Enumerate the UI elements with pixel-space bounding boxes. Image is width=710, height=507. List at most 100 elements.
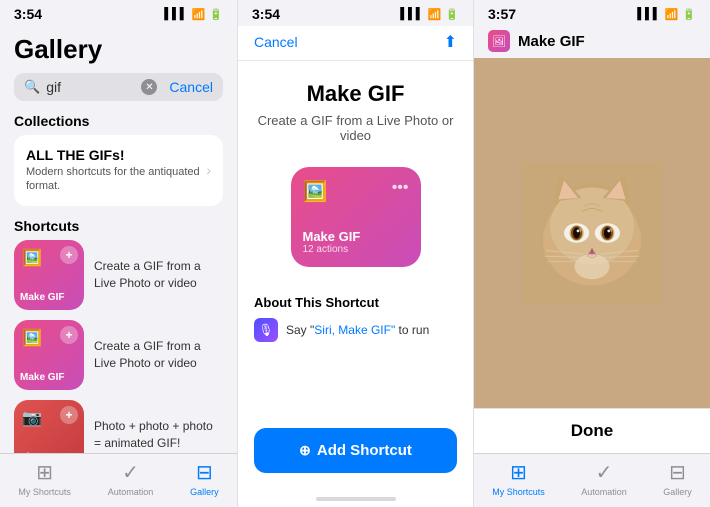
search-bar[interactable]: 🔍 gif ✕ Cancel <box>14 73 223 101</box>
automation-icon: ✓ <box>122 460 139 485</box>
detail-nav: Cancel ⬆ <box>238 26 473 61</box>
home-bar-2 <box>316 497 396 501</box>
chevron-right-icon: › <box>206 162 211 178</box>
gallery-icon-3: ⊟ <box>669 460 686 485</box>
gif-card-more-icon[interactable]: ••• <box>392 179 409 204</box>
add-button-3[interactable]: + <box>60 406 78 424</box>
running-nav: 🖼 Make GIF <box>474 26 710 58</box>
tile-name-2: Make GIF <box>20 372 64 384</box>
battery-icon-2: 🔋 <box>445 8 459 21</box>
detail-title: Make GIF <box>307 81 405 107</box>
done-label: Done <box>571 421 614 440</box>
about-section: About This Shortcut 🎙 Say "Siri, Make GI… <box>254 295 457 342</box>
tile-name-1: Make GIF <box>20 292 64 304</box>
my-shortcuts-icon: ⊞ <box>36 460 53 485</box>
screen-detail: 3:54 ▌▌▌ 📶 🔋 Cancel ⬆ Make GIF Create a … <box>237 0 474 507</box>
shortcut-desc-2: Create a GIF from a Live Photo or video <box>94 338 223 372</box>
collections-label: Collections <box>14 113 223 129</box>
share-icon[interactable]: ⬆ <box>444 32 457 52</box>
automation-label-3: Automation <box>581 487 627 497</box>
shortcuts-label: Shortcuts <box>14 218 223 234</box>
gif-card-actions: 12 actions <box>303 244 361 255</box>
time-1: 3:54 <box>14 6 42 22</box>
collection-card[interactable]: ALL THE GIFs! Modern shortcuts for the a… <box>14 135 223 206</box>
tab-automation[interactable]: ✓ Automation <box>108 460 154 497</box>
add-shortcut-area: ⊕ Add Shortcut <box>238 416 473 493</box>
gallery-label: Gallery <box>190 487 219 497</box>
home-indicator-2 <box>238 493 473 507</box>
collection-name: ALL THE GIFs! <box>26 147 206 163</box>
time-3: 3:57 <box>488 6 516 22</box>
about-title: About This Shortcut <box>254 295 457 310</box>
status-bar-1: 3:54 ▌▌▌ 📶 🔋 <box>0 0 237 26</box>
search-clear-button[interactable]: ✕ <box>141 79 157 95</box>
tile-name-3: Shoot A GIF <box>20 452 77 453</box>
done-bar: Done <box>474 408 710 453</box>
signal-icon-2: ▌▌▌ <box>400 8 423 20</box>
add-button-2[interactable]: + <box>60 326 78 344</box>
gif-card-icon: 🖼️ <box>303 179 328 204</box>
automation-icon-3: ✓ <box>596 460 613 485</box>
gallery-content: Gallery 🔍 gif ✕ Cancel Collections ALL T… <box>0 26 237 453</box>
shortcut-tile-1[interactable]: 🖼️ + Make GIF <box>14 240 84 310</box>
shortcuts-section: Shortcuts 🖼️ + Make GIF Create a GIF fro… <box>14 218 223 453</box>
search-icon: 🔍 <box>24 79 40 95</box>
wifi-icon-2: 📶 <box>428 8 442 21</box>
battery-icon-3: 🔋 <box>682 8 696 21</box>
signal-icon: ▌▌▌ <box>164 8 187 20</box>
screen-running: 3:57 ▌▌▌ 📶 🔋 🖼 Make GIF <box>474 0 710 507</box>
wifi-icon: 📶 <box>192 8 206 21</box>
tab-gallery[interactable]: ⊟ Gallery <box>190 460 219 497</box>
shortcut-desc-3: Photo + photo + photo = animated GIF! <box>94 418 223 452</box>
signal-icon-3: ▌▌▌ <box>637 8 660 20</box>
my-shortcuts-label: My Shortcuts <box>18 487 71 497</box>
add-shortcut-button[interactable]: ⊕ Add Shortcut <box>254 428 457 473</box>
siri-icon: 🎙 <box>254 318 278 342</box>
shortcut-tile-2[interactable]: 🖼️ + Make GIF <box>14 320 84 390</box>
gallery-title: Gallery <box>14 34 223 65</box>
tab-my-shortcuts-3[interactable]: ⊞ My Shortcuts <box>492 460 545 497</box>
list-item[interactable]: 📷 + Shoot A GIF Photo + photo + photo = … <box>14 400 223 453</box>
detail-subtitle: Create a GIF from a Live Photo or video <box>254 113 457 143</box>
gallery-icon: ⊟ <box>196 460 213 485</box>
tab-gallery-3[interactable]: ⊟ Gallery <box>663 460 692 497</box>
cat-image-svg <box>522 163 662 303</box>
status-bar-3: 3:57 ▌▌▌ 📶 🔋 <box>474 0 710 26</box>
add-shortcut-label: Add Shortcut <box>317 442 412 459</box>
screen-gallery: 3:54 ▌▌▌ 📶 🔋 Gallery 🔍 gif ✕ Cancel Coll… <box>0 0 237 507</box>
cancel-button[interactable]: Cancel <box>254 34 298 50</box>
battery-icon: 🔋 <box>209 8 223 21</box>
my-shortcuts-icon-3: ⊞ <box>510 460 527 485</box>
gif-card-bottom: Make GIF 12 actions <box>303 229 361 255</box>
siri-row: 🎙 Say "Siri, Make GIF" to run <box>254 318 457 342</box>
automation-label: Automation <box>108 487 154 497</box>
gif-app-icon: 🖼 <box>488 30 510 52</box>
gif-card-top: 🖼️ ••• <box>303 179 409 204</box>
tab-bar-1: ⊞ My Shortcuts ✓ Automation ⊟ Gallery <box>0 453 237 507</box>
shortcut-desc-1: Create a GIF from a Live Photo or video <box>94 258 223 292</box>
cat-photo <box>474 58 710 408</box>
status-bar-2: 3:54 ▌▌▌ 📶 🔋 <box>238 0 473 26</box>
status-icons-2: ▌▌▌ 📶 🔋 <box>400 8 459 21</box>
tile-icon-3: 📷 <box>22 408 42 428</box>
gif-card-name: Make GIF <box>303 229 361 244</box>
time-2: 3:54 <box>252 6 280 22</box>
list-item[interactable]: 🖼️ + Make GIF Create a GIF from a Live P… <box>14 320 223 390</box>
siri-quote: Siri, Make GIF" <box>314 323 395 337</box>
collection-info: ALL THE GIFs! Modern shortcuts for the a… <box>26 147 206 194</box>
tab-automation-3[interactable]: ✓ Automation <box>581 460 627 497</box>
collection-desc: Modern shortcuts for the antiquated form… <box>26 165 206 194</box>
list-item[interactable]: 🖼️ + Make GIF Create a GIF from a Live P… <box>14 240 223 310</box>
gallery-label-3: Gallery <box>663 487 692 497</box>
running-nav-title: Make GIF <box>518 33 585 50</box>
tile-icon-1: 🖼️ <box>22 248 42 268</box>
search-value: gif <box>46 79 135 95</box>
tab-my-shortcuts[interactable]: ⊞ My Shortcuts <box>18 460 71 497</box>
tile-icon-2: 🖼️ <box>22 328 42 348</box>
add-button-1[interactable]: + <box>60 246 78 264</box>
shortcut-tile-3[interactable]: 📷 + Shoot A GIF <box>14 400 84 453</box>
wifi-icon-3: 📶 <box>665 8 679 21</box>
add-icon: ⊕ <box>299 442 311 459</box>
detail-body: Make GIF Create a GIF from a Live Photo … <box>238 61 473 416</box>
search-cancel-button[interactable]: Cancel <box>169 79 213 95</box>
